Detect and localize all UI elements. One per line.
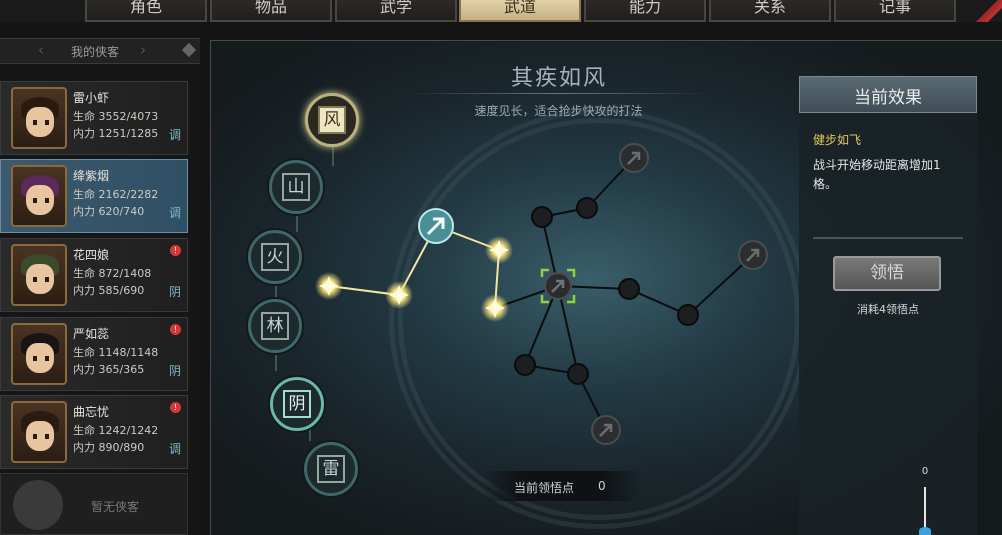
selected-node[interactable] [540, 268, 576, 304]
sparkle-star-icon[interactable] [481, 294, 509, 322]
hero-mp: 内力 585/690 [73, 284, 145, 297]
effect-header: 当前效果 [799, 76, 977, 113]
alert-icon: ! [170, 324, 181, 335]
hero-name: 严如蕊 [73, 327, 110, 341]
hero-name: 雷小虾 [73, 91, 110, 105]
hero-card[interactable]: 雷小虾 生命 3552/4073 内力 1251/1285 调 [0, 81, 188, 155]
hero-card[interactable]: 绛紫烟 生命 2162/2282 内力 620/740 调 [0, 159, 188, 233]
arrow-up-right-icon[interactable] [418, 208, 454, 244]
arrow-up-right-icon[interactable] [619, 143, 649, 173]
zoom-value: 0 [921, 466, 929, 477]
sparkle-star-icon[interactable] [485, 236, 513, 264]
locked-node[interactable] [677, 304, 699, 326]
arrow-up-right-icon[interactable] [738, 240, 768, 270]
effect-description: 战斗开始移动距离增加1格。 [813, 158, 941, 191]
hero-portrait [11, 244, 67, 306]
hero-portrait [11, 87, 67, 149]
hero-tag: 阴 [168, 364, 181, 378]
locked-node[interactable] [531, 206, 553, 228]
alert-icon: ! [170, 402, 181, 413]
empty-hero-slot: 暂无侠客 [0, 473, 188, 535]
empty-slot-label: 暂无侠客 [91, 500, 140, 514]
lit-edges [328, 225, 500, 309]
tab-martial-path[interactable]: 武道 [459, 0, 581, 22]
hero-card[interactable]: 花四娘 生命 872/1408 内力 585/690 阴 ! [0, 238, 188, 312]
top-tab-bar: 角色 物品 武学 武道 能力 关系 记事 [0, 0, 1002, 22]
arrow-up-right-icon[interactable] [591, 415, 621, 445]
hero-mp: 内力 620/740 [73, 205, 145, 218]
hero-tag: 阴 [168, 285, 181, 299]
hero-mp: 内力 890/890 [73, 441, 145, 454]
tab-items[interactable]: 物品 [210, 0, 332, 22]
comprehend-cost: 消耗4领悟点 [857, 303, 919, 316]
sidebar-header: ‹ 我的侠客 › [0, 38, 200, 64]
diamond-icon [181, 42, 197, 58]
hero-hp: 生命 1242/1242 [73, 424, 159, 437]
comprehend-button[interactable]: 领悟 [833, 256, 941, 291]
effect-divider [813, 237, 963, 239]
locked-node[interactable] [618, 278, 640, 300]
zoom-slider-handle[interactable] [919, 527, 931, 535]
tab-abilities[interactable]: 能力 [584, 0, 706, 22]
tab-character[interactable]: 角色 [85, 0, 207, 22]
hero-mp: 内力 1251/1285 [73, 127, 159, 140]
hero-hp: 生命 872/1408 [73, 267, 152, 280]
empty-avatar-icon [13, 480, 63, 530]
close-corner-icon[interactable] [976, 0, 1002, 22]
hero-portrait [11, 401, 67, 463]
hero-card[interactable]: 曲忘忧 生命 1242/1242 内力 890/890 调 ! [0, 395, 188, 469]
hero-hp: 生命 2162/2282 [73, 188, 159, 201]
sparkle-star-icon[interactable] [315, 272, 343, 300]
current-effect-panel: 当前效果 健步如飞 战斗开始移动距离增加1格。 领悟 消耗4领悟点 [799, 76, 977, 535]
hero-mp: 内力 365/365 [73, 363, 145, 376]
points-label: 当前领悟点 [514, 481, 575, 495]
hero-name: 绛紫烟 [73, 169, 110, 183]
hero-sidebar: ‹ 我的侠客 › 雷小虾 生命 3552/4073 内力 1251/1285 调… [0, 38, 200, 535]
sidebar-title: 我的侠客 [70, 45, 119, 59]
points-value: 0 [598, 479, 606, 493]
alert-icon: ! [170, 245, 181, 256]
hero-name: 曲忘忧 [73, 405, 110, 419]
locked-node[interactable] [514, 354, 536, 376]
tab-relations[interactable]: 关系 [709, 0, 831, 22]
zoom-slider-track[interactable] [924, 487, 926, 531]
locked-node[interactable] [567, 363, 589, 385]
chevron-right-icon[interactable]: › [140, 41, 146, 59]
tab-journal[interactable]: 记事 [834, 0, 956, 22]
locked-node[interactable] [576, 197, 598, 219]
hero-hp: 生命 1148/1148 [73, 346, 159, 359]
hero-tag: 调 [168, 442, 181, 456]
comprehension-points-bar: 当前领悟点 0 [482, 471, 642, 501]
hero-portrait [11, 165, 67, 227]
hero-portrait [11, 323, 67, 385]
effect-name: 健步如飞 [813, 133, 862, 147]
hero-tag: 调 [168, 206, 181, 220]
hero-tag: 调 [168, 128, 181, 142]
hero-card[interactable]: 严如蕊 生命 1148/1148 内力 365/365 阴 ! [0, 317, 188, 391]
martial-path-panel: 其疾如风 速度见长，适合抢步快攻的打法 风 山 火 林 阴 雷 当前效果 健步如… [210, 40, 1002, 535]
sparkle-star-icon[interactable] [385, 281, 413, 309]
hero-name: 花四娘 [73, 248, 110, 262]
effect-header-title: 当前效果 [854, 88, 922, 108]
hero-hp: 生命 3552/4073 [73, 110, 159, 123]
tab-martial-arts[interactable]: 武学 [335, 0, 457, 22]
